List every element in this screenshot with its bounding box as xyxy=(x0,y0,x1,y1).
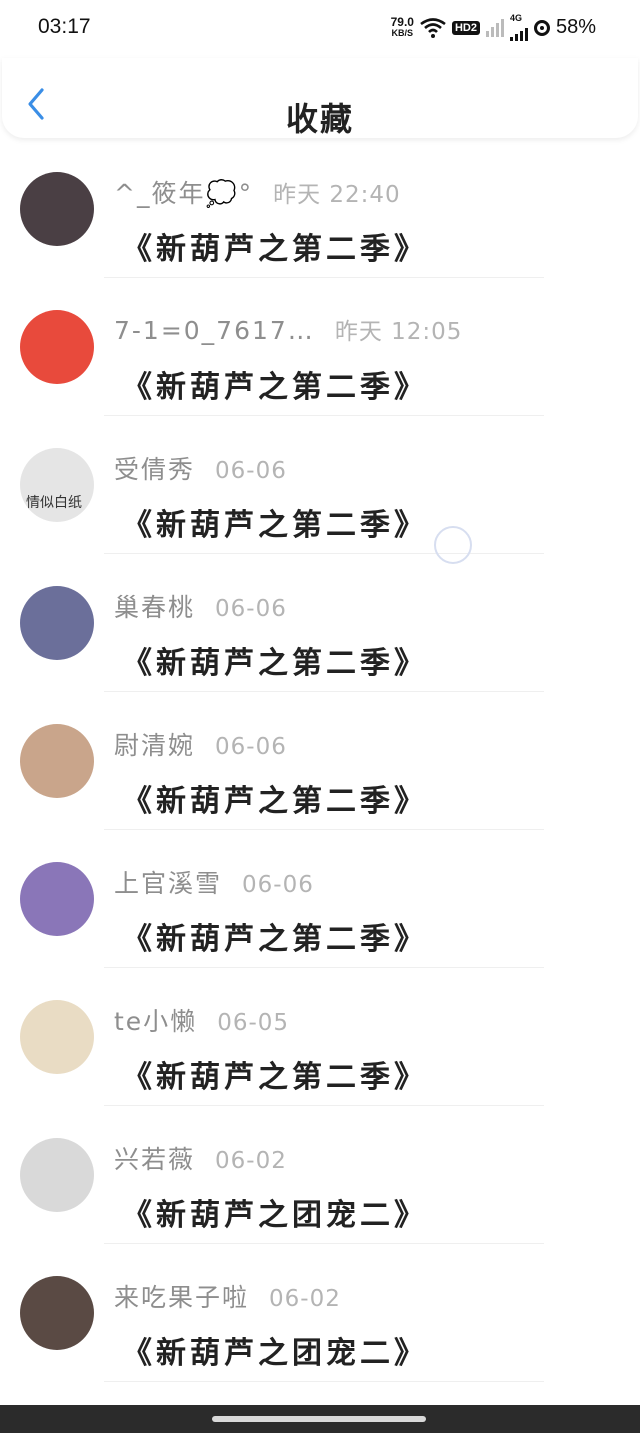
user-name[interactable]: 兴若薇 xyxy=(114,1140,195,1176)
avatar[interactable] xyxy=(20,862,94,936)
avatar-caption: 情似白纸 xyxy=(26,495,82,511)
user-name[interactable]: 尉清婉 xyxy=(114,726,195,762)
favorite-title[interactable]: 《新葫芦之团宠二》 xyxy=(122,1328,428,1372)
favorites-list: ^_筱年💭° 昨天 22:40 《新葫芦之第二季》 7-1=0_7617… 昨天… xyxy=(0,140,640,1382)
network-speed: 79.0 KB/S xyxy=(390,14,414,38)
hd-badge-icon: HD2 xyxy=(451,20,480,35)
avatar[interactable] xyxy=(20,1276,94,1350)
signal-sim1-icon xyxy=(485,18,504,37)
favorite-title[interactable]: 《新葫芦之第二季》 xyxy=(122,224,428,268)
system-nav-bar xyxy=(0,1405,640,1433)
user-name[interactable]: te小懒 xyxy=(114,1002,197,1038)
favorite-title[interactable]: 《新葫芦之第二季》 xyxy=(122,776,428,820)
signal-sim2-icon: 4G xyxy=(509,14,528,41)
divider xyxy=(104,1381,544,1382)
list-item[interactable]: te小懒 06-05 《新葫芦之第二季》 xyxy=(0,968,640,1106)
item-meta: 巢春桃 06-06 xyxy=(114,588,287,624)
item-meta: 兴若薇 06-02 xyxy=(114,1140,287,1176)
battery-ring-icon xyxy=(533,19,550,36)
timestamp: 06-02 xyxy=(215,1148,287,1174)
favorite-title[interactable]: 《新葫芦之团宠二》 xyxy=(122,1190,428,1234)
page-title: 收藏 xyxy=(285,100,354,138)
home-indicator[interactable] xyxy=(212,1416,426,1422)
user-name[interactable]: 受倩秀 xyxy=(114,450,195,486)
avatar[interactable]: 情似白纸 xyxy=(20,448,94,522)
favorite-title[interactable]: 《新葫芦之第二季》 xyxy=(122,638,428,682)
favorite-title[interactable]: 《新葫芦之第二季》 xyxy=(122,500,428,544)
list-item[interactable]: 情似白纸 受倩秀 06-06 《新葫芦之第二季》 xyxy=(0,416,640,554)
list-item[interactable]: 来吃果子啦 06-02 《新葫芦之团宠二》 xyxy=(0,1244,640,1382)
timestamp: 06-06 xyxy=(215,458,287,484)
battery-level: 58% xyxy=(555,16,596,38)
avatar[interactable] xyxy=(20,172,94,246)
status-time: 03:17 xyxy=(38,15,91,38)
user-name[interactable]: 来吃果子啦 xyxy=(114,1278,249,1314)
item-meta: 受倩秀 06-06 xyxy=(114,450,287,486)
wifi-icon xyxy=(420,17,446,38)
timestamp: 06-06 xyxy=(215,596,287,622)
item-meta: 上官溪雪 06-06 xyxy=(114,864,314,900)
item-meta: 来吃果子啦 06-02 xyxy=(114,1278,341,1314)
user-name[interactable]: 巢春桃 xyxy=(114,588,195,624)
timestamp: 昨天 12:05 xyxy=(334,319,463,345)
item-meta: 尉清婉 06-06 xyxy=(114,726,287,762)
timestamp: 06-02 xyxy=(269,1286,341,1312)
timestamp: 06-06 xyxy=(215,734,287,760)
item-meta: te小懒 06-05 xyxy=(114,1002,289,1038)
avatar[interactable] xyxy=(20,310,94,384)
item-meta: ^_筱年💭° 昨天 22:40 xyxy=(114,174,401,210)
list-item[interactable]: 巢春桃 06-06 《新葫芦之第二季》 xyxy=(0,554,640,692)
user-name[interactable]: ^_筱年💭° xyxy=(114,174,253,210)
avatar[interactable] xyxy=(20,724,94,798)
item-meta: 7-1=0_7617… 昨天 12:05 xyxy=(114,312,462,346)
timestamp: 06-05 xyxy=(217,1010,290,1036)
timestamp: 06-06 xyxy=(242,872,314,898)
user-name[interactable]: 上官溪雪 xyxy=(114,864,222,900)
list-item[interactable]: 兴若薇 06-02 《新葫芦之团宠二》 xyxy=(0,1106,640,1244)
timestamp: 昨天 22:40 xyxy=(273,182,401,208)
list-item[interactable]: ^_筱年💭° 昨天 22:40 《新葫芦之第二季》 xyxy=(0,140,640,278)
favorite-title[interactable]: 《新葫芦之第二季》 xyxy=(122,914,428,958)
top-bar: 收藏 xyxy=(2,58,638,138)
favorite-title[interactable]: 《新葫芦之第二季》 xyxy=(122,362,428,406)
list-item[interactable]: 7-1=0_7617… 昨天 12:05 《新葫芦之第二季》 xyxy=(0,278,640,416)
status-icons: 79.0 KB/S HD2 4G 58% xyxy=(391,14,596,41)
list-item[interactable]: 上官溪雪 06-06 《新葫芦之第二季》 xyxy=(0,830,640,968)
loading-spinner-icon xyxy=(434,526,472,564)
favorite-title[interactable]: 《新葫芦之第二季》 xyxy=(122,1052,428,1096)
avatar[interactable] xyxy=(20,1000,94,1074)
avatar[interactable] xyxy=(20,1138,94,1212)
status-bar: 03:17 79.0 KB/S HD2 4G 58% xyxy=(0,0,640,58)
list-item[interactable]: 尉清婉 06-06 《新葫芦之第二季》 xyxy=(0,692,640,830)
user-name[interactable]: 7-1=0_7617… xyxy=(114,316,315,345)
avatar[interactable] xyxy=(20,586,94,660)
